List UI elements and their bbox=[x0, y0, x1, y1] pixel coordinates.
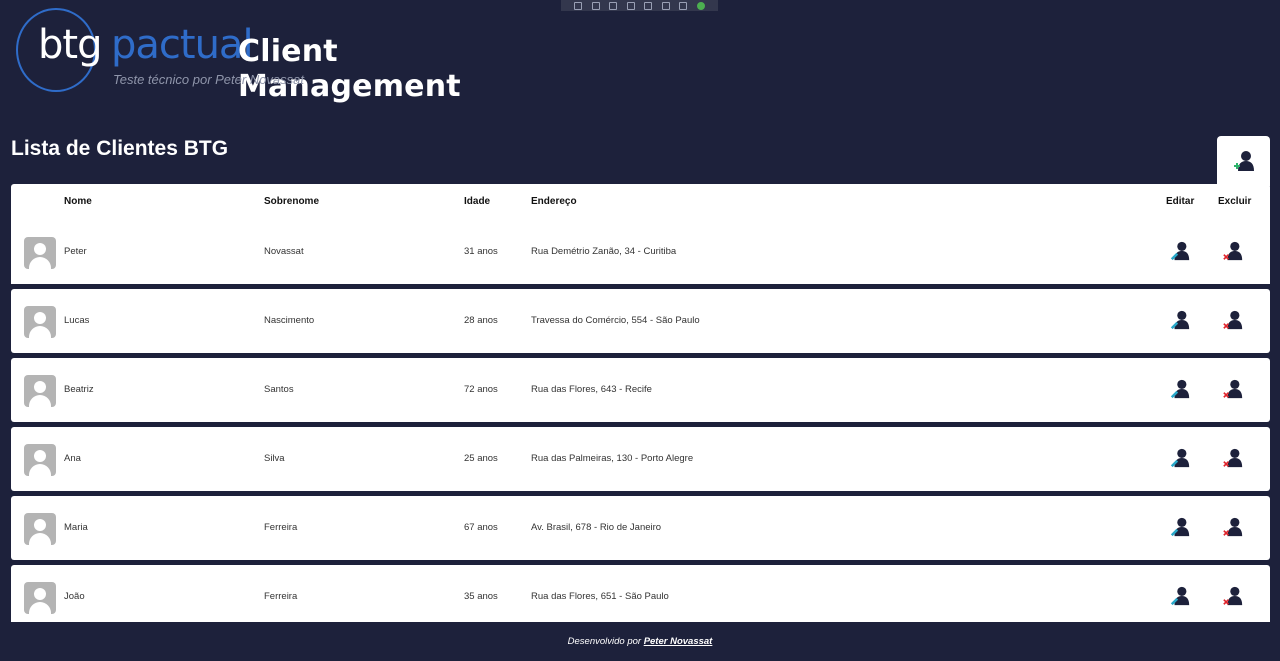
toolbar-icon[interactable] bbox=[626, 1, 635, 10]
cell-idade: 67 anos bbox=[464, 522, 498, 533]
header-sobrenome[interactable]: Sobrenome bbox=[264, 196, 319, 207]
cell-nome: Maria bbox=[64, 522, 88, 533]
footer-prefix: Desenvolvido por bbox=[567, 636, 642, 647]
cell-sobrenome: Santos bbox=[264, 384, 294, 395]
cell-endereco: Rua Demétrio Zanão, 34 - Curitiba bbox=[531, 246, 677, 257]
cell-sobrenome: Nascimento bbox=[264, 315, 315, 326]
edit-client-button[interactable] bbox=[1169, 309, 1191, 331]
cell-nome: Beatriz bbox=[64, 384, 94, 395]
cell-sobrenome: Ferreira bbox=[264, 522, 298, 533]
delete-client-button[interactable] bbox=[1222, 240, 1244, 262]
delete-user-icon bbox=[1222, 586, 1244, 611]
toolbar-icon[interactable] bbox=[574, 1, 583, 10]
cell-endereco: Rua das Flores, 651 - São Paulo bbox=[531, 591, 669, 602]
header-editar: Editar bbox=[1166, 196, 1195, 207]
cell-endereco: Av. Brasil, 678 - Rio de Janeiro bbox=[531, 522, 662, 533]
edit-user-icon bbox=[1169, 517, 1191, 542]
cell-idade: 72 anos bbox=[464, 384, 498, 395]
header: btg pactual Client Management Teste técn… bbox=[14, 6, 534, 104]
header-excluir: Excluir bbox=[1218, 196, 1252, 207]
table-row: João Ferreira 35 anos Rua das Flores, 651 -… bbox=[11, 565, 1270, 622]
avatar bbox=[24, 513, 56, 545]
table-row: Maria Ferreira 67 anos Av. Brasil, 678 - Ri… bbox=[11, 496, 1270, 560]
edit-client-button[interactable] bbox=[1169, 378, 1191, 400]
toolbar-icon[interactable] bbox=[679, 1, 688, 10]
page-title: Lista de Clientes BTG bbox=[11, 137, 229, 160]
delete-client-button[interactable] bbox=[1222, 309, 1244, 331]
edit-user-icon bbox=[1169, 241, 1191, 266]
avatar bbox=[24, 375, 56, 407]
delete-user-icon bbox=[1222, 448, 1244, 473]
avatar bbox=[24, 237, 56, 269]
table-row: Peter Novassat 31 anos Rua Demétrio Zanão, … bbox=[11, 220, 1270, 284]
avatar bbox=[24, 444, 56, 476]
header-nome[interactable]: Nome bbox=[64, 196, 92, 207]
table-row: Beatriz Santos 72 anos Rua das Flores, 643 … bbox=[11, 358, 1270, 422]
edit-client-button[interactable] bbox=[1169, 447, 1191, 469]
delete-client-button[interactable] bbox=[1222, 516, 1244, 538]
cell-idade: 31 anos bbox=[464, 246, 498, 257]
edit-user-icon bbox=[1169, 448, 1191, 473]
cell-idade: 28 anos bbox=[464, 315, 498, 326]
cell-endereco: Rua das Flores, 643 - Recife bbox=[531, 384, 652, 395]
toolbar-icon[interactable] bbox=[661, 1, 670, 10]
clients-table: Nome Sobrenome Idade Endereço Editar Exc… bbox=[11, 184, 1270, 622]
delete-user-icon bbox=[1222, 379, 1244, 404]
cell-nome: Ana bbox=[64, 453, 81, 464]
cell-nome: Lucas bbox=[64, 315, 90, 326]
table-row: Lucas Nascimento 28 anos Travessa do Comérc… bbox=[11, 289, 1270, 353]
avatar bbox=[24, 582, 56, 614]
toolbar-icon[interactable] bbox=[609, 1, 618, 10]
logo-pactual: pactual bbox=[111, 22, 254, 68]
cell-sobrenome: Silva bbox=[264, 453, 285, 464]
edit-user-icon bbox=[1169, 310, 1191, 335]
header-idade[interactable]: Idade bbox=[464, 196, 490, 207]
edit-user-icon bbox=[1169, 379, 1191, 404]
cell-endereco: Rua das Palmeiras, 130 - Porto Alegre bbox=[531, 453, 694, 464]
cell-nome: João bbox=[64, 591, 85, 602]
app-subtitle: Teste técnico por Peter Novassat bbox=[113, 72, 305, 87]
delete-client-button[interactable] bbox=[1222, 447, 1244, 469]
edit-user-icon bbox=[1169, 586, 1191, 611]
delete-client-button[interactable] bbox=[1222, 585, 1244, 607]
toolbar-icon[interactable] bbox=[591, 1, 600, 10]
cell-idade: 25 anos bbox=[464, 453, 498, 464]
edit-client-button[interactable] bbox=[1169, 240, 1191, 262]
cell-idade: 35 anos bbox=[464, 591, 498, 602]
header-endereco[interactable]: Endereço bbox=[531, 196, 577, 207]
delete-user-icon bbox=[1222, 517, 1244, 542]
devtools-toolbar bbox=[561, 0, 718, 11]
add-client-button[interactable] bbox=[1217, 136, 1270, 186]
table-body: Peter Novassat 31 anos Rua Demétrio Zanão, … bbox=[11, 220, 1270, 622]
table-row: Ana Silva 25 anos Rua das Palmeiras, 130 - … bbox=[11, 427, 1270, 491]
cell-nome: Peter bbox=[64, 246, 87, 257]
delete-client-button[interactable] bbox=[1222, 378, 1244, 400]
delete-user-icon bbox=[1222, 241, 1244, 266]
author-link[interactable]: Peter Novassat bbox=[644, 636, 713, 647]
delete-user-icon bbox=[1222, 310, 1244, 335]
cell-endereco: Travessa do Comércio, 554 - São Paulo bbox=[531, 315, 700, 326]
toolbar-icon[interactable] bbox=[644, 1, 653, 10]
avatar bbox=[24, 306, 56, 338]
footer: Desenvolvido por Peter Novassat bbox=[0, 636, 1280, 647]
edit-client-button[interactable] bbox=[1169, 516, 1191, 538]
logo-btg: btg bbox=[38, 22, 102, 68]
cell-sobrenome: Novassat bbox=[264, 246, 304, 257]
app-title: Client Management bbox=[238, 34, 461, 104]
edit-client-button[interactable] bbox=[1169, 585, 1191, 607]
add-user-icon bbox=[1233, 151, 1254, 171]
cell-sobrenome: Ferreira bbox=[264, 591, 298, 602]
check-icon[interactable] bbox=[696, 1, 705, 10]
